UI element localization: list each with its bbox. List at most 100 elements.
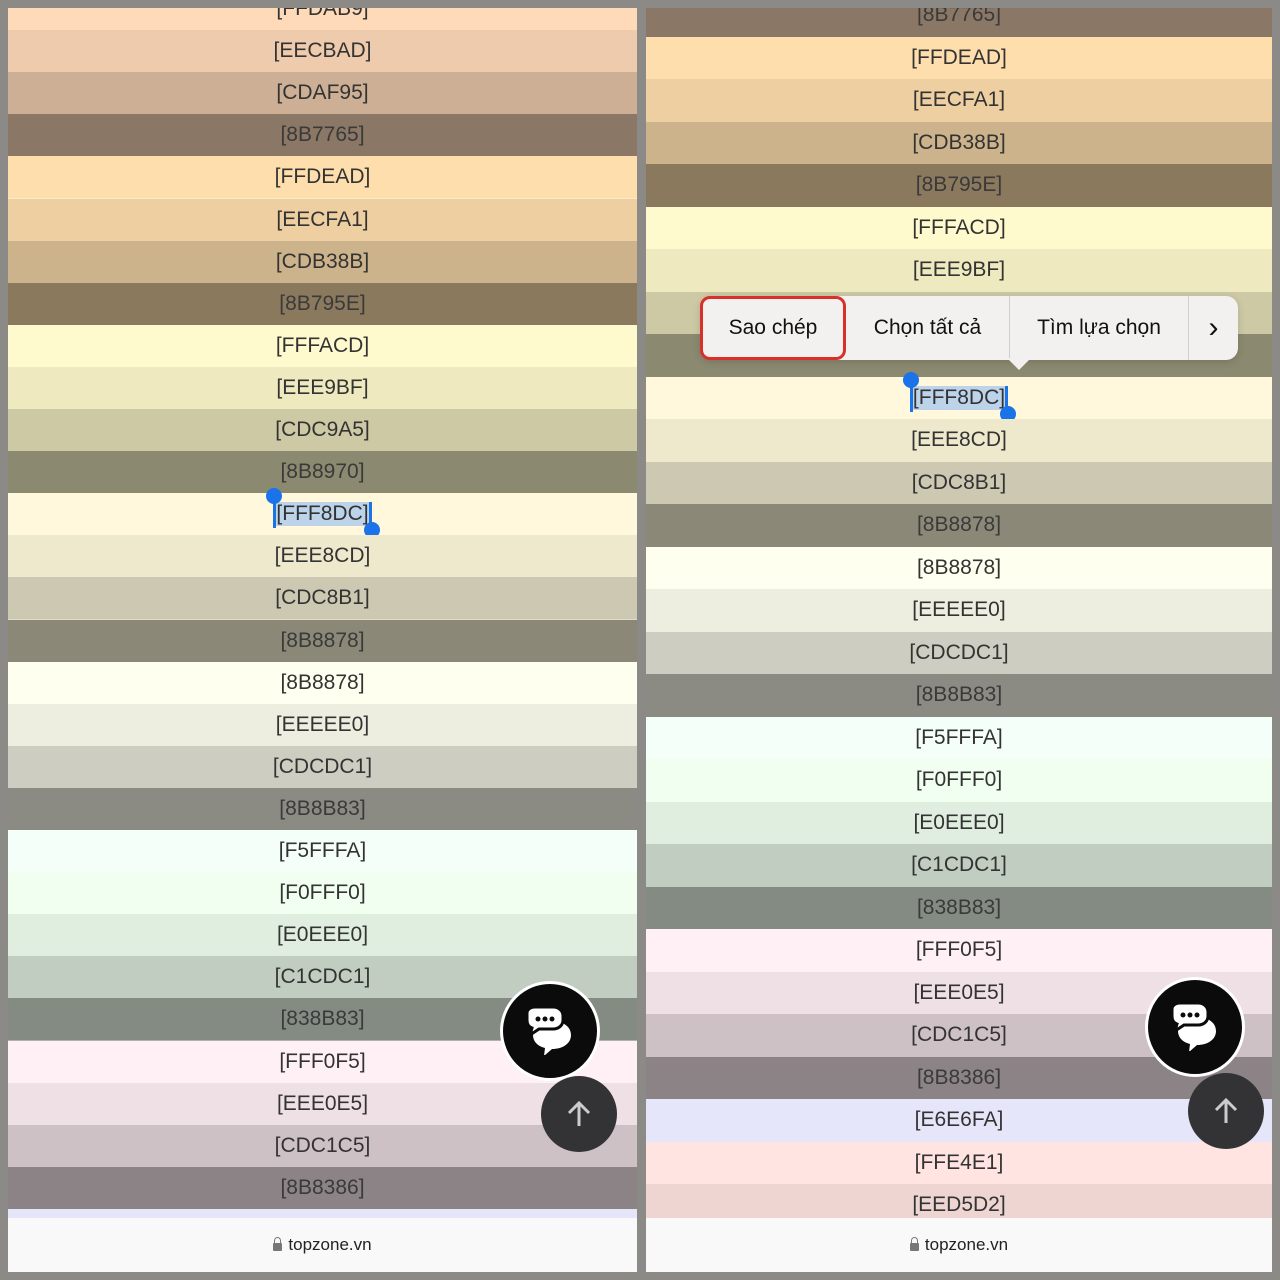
color-row: [CDCDC1] — [646, 631, 1272, 675]
color-hex-label[interactable]: [FFDEAD] — [911, 46, 1007, 70]
lock-icon — [273, 1236, 283, 1251]
chat-bubbles-icon — [1170, 1003, 1216, 1051]
color-hex-label[interactable]: [8B8970] — [280, 460, 364, 484]
color-row: [8B7765] — [8, 114, 637, 158]
color-hex-label[interactable]: [FFFACD] — [276, 334, 369, 358]
color-row: [C1CDC1] — [646, 844, 1272, 888]
text-context-menu: Sao chép Chọn tất cả Tìm lựa chọn › — [700, 296, 1238, 370]
color-hex-label[interactable]: [CDC9A5] — [275, 418, 370, 442]
color-hex-label[interactable]: [8B8878] — [917, 556, 1001, 580]
color-row: [FFDEAD] — [8, 156, 637, 200]
color-row: [CDC8B1] — [646, 461, 1272, 505]
color-hex-label[interactable]: [EECFA1] — [276, 208, 368, 232]
selected-text[interactable]: [FFF8DC] — [266, 488, 380, 539]
color-hex-label[interactable]: [8B7765] — [917, 8, 1001, 27]
selected-text[interactable]: [FFF8DC] — [902, 371, 1017, 422]
selection-handle[interactable] — [902, 371, 919, 388]
color-hex-label[interactable]: [8B8B83] — [279, 797, 365, 821]
color-hex-label[interactable]: [EEE9BF] — [913, 258, 1005, 282]
scroll-to-top-button[interactable] — [1188, 1073, 1264, 1149]
color-hex-label[interactable]: [CDC8B1] — [275, 586, 370, 610]
color-row: [E6E6FA] — [646, 1099, 1272, 1143]
color-hex-label[interactable]: [F0FFF0] — [279, 881, 365, 905]
color-row: [FFFACD] — [646, 206, 1272, 250]
color-hex-label[interactable]: [F0FFF0] — [916, 768, 1002, 792]
color-row: [EEE9BF] — [646, 249, 1272, 293]
color-hex-label[interactable]: [C1CDC1] — [275, 965, 371, 989]
color-hex-label[interactable]: [EEE0E5] — [277, 1092, 368, 1116]
scroll-to-top-button[interactable] — [541, 1076, 617, 1152]
color-hex-label[interactable]: [F5FFFA] — [915, 726, 1003, 750]
color-hex-label[interactable]: [838B83] — [917, 896, 1001, 920]
chat-button[interactable] — [1145, 977, 1245, 1077]
color-row: [EEEEE0] — [646, 589, 1272, 633]
color-hex-label[interactable]: [CDC1C5] — [911, 1023, 1007, 1047]
url-text: topzone.vn — [288, 1235, 372, 1254]
color-hex-label[interactable]: [8B8878] — [280, 629, 364, 653]
color-hex-label[interactable]: [CDCDC1] — [273, 755, 372, 779]
color-row: [CDC9A5] — [8, 409, 637, 453]
color-hex-label[interactable]: [E0EEE0] — [913, 811, 1004, 835]
color-hex-label[interactable]: [EECBAD] — [273, 39, 371, 63]
color-hex-label[interactable]: [EEE0E5] — [913, 981, 1004, 1005]
copy-menu-item[interactable]: Sao chép — [700, 296, 846, 360]
color-hex-label[interactable]: [EEEEE0] — [912, 598, 1005, 622]
color-hex-label[interactable]: [FFFACD] — [912, 216, 1005, 240]
color-hex-label[interactable]: [CDB38B] — [912, 131, 1005, 155]
chat-bubbles-icon — [525, 1007, 571, 1055]
color-hex-label[interactable]: [F5FFFA] — [279, 839, 367, 863]
color-row: [FFF8DC] — [646, 371, 1272, 422]
color-hex-label[interactable]: [8B8B83] — [916, 683, 1002, 707]
color-row: [8B795E] — [646, 164, 1272, 208]
color-hex-label[interactable]: [FFDAB9] — [276, 8, 368, 21]
select-all-menu-item[interactable]: Chọn tất cả — [846, 296, 1010, 360]
color-hex-label[interactable]: [CDB38B] — [276, 250, 369, 274]
more-menu-arrow[interactable]: › — [1189, 296, 1238, 360]
color-hex-label[interactable]: [CDAF95] — [276, 81, 368, 105]
color-hex-label[interactable]: [838B83] — [280, 1007, 364, 1031]
color-hex-label[interactable]: [CDC1C5] — [275, 1134, 371, 1158]
color-hex-label[interactable]: [CDCDC1] — [909, 641, 1008, 665]
color-row: [FFE4E1] — [646, 1141, 1272, 1185]
color-hex-label[interactable]: [8B8878] — [917, 513, 1001, 537]
selection-handle[interactable] — [266, 488, 283, 505]
color-hex-label[interactable]: [E0EEE0] — [277, 923, 368, 947]
color-row: [FFDAB9] — [8, 8, 637, 32]
color-hex-label[interactable]: [8B8386] — [917, 1066, 1001, 1090]
color-row: [CDC8B1] — [8, 577, 637, 621]
chat-button[interactable] — [500, 981, 600, 1081]
color-hex-label[interactable]: [FFE4E1] — [915, 1151, 1004, 1175]
color-hex-label[interactable]: [FFF0F5] — [279, 1050, 365, 1074]
address-bar[interactable]: topzone.vn — [646, 1218, 1272, 1272]
color-hex-label[interactable]: [CDC8B1] — [912, 471, 1007, 495]
color-row: [8B8970] — [8, 451, 637, 495]
color-hex-label[interactable]: [8B7765] — [280, 123, 364, 147]
color-hex-label[interactable]: [C1CDC1] — [911, 853, 1007, 877]
color-row: [CDB38B] — [8, 240, 637, 284]
find-selection-menu-item[interactable]: Tìm lựa chọn — [1010, 296, 1189, 360]
color-row: [8B8878] — [8, 661, 637, 705]
color-hex-label[interactable]: [8B795E] — [279, 292, 365, 316]
color-hex-label[interactable]: [E6E6FA] — [915, 1108, 1004, 1132]
color-row: [838B83] — [646, 886, 1272, 930]
color-row: [E0EEE0] — [8, 914, 637, 958]
color-hex-label[interactable]: [EEE8CD] — [275, 544, 371, 568]
color-hex-label[interactable]: [FFF0F5] — [916, 938, 1002, 962]
address-bar[interactable]: topzone.vn — [8, 1218, 637, 1272]
color-hex-label[interactable]: [EEE9BF] — [276, 376, 368, 400]
color-hex-label[interactable]: [EED5D2] — [912, 1193, 1005, 1217]
right-screenshot-panel: [8B7765] [FFDEAD] [EECFA1] [CDB38B] [8B795E]… — [646, 8, 1272, 1272]
color-row: [8B8878] — [646, 546, 1272, 590]
color-hex-label[interactable]: [EECFA1] — [913, 88, 1005, 112]
arrow-up-icon — [1214, 1097, 1238, 1123]
color-row: [8B8B83] — [646, 674, 1272, 718]
color-hex-label[interactable]: [8B8386] — [280, 1176, 364, 1200]
color-hex-label[interactable]: [FFDEAD] — [275, 165, 371, 189]
color-hex-label[interactable]: [8B8878] — [280, 671, 364, 695]
color-row: [8B8878] — [646, 504, 1272, 548]
color-row: [8B795E] — [8, 282, 637, 326]
color-hex-label[interactable]: [8B795E] — [916, 173, 1002, 197]
color-row: [EEE8CD] — [8, 535, 637, 579]
color-hex-label[interactable]: [EEE8CD] — [911, 428, 1007, 452]
color-hex-label[interactable]: [EEEEE0] — [276, 713, 369, 737]
